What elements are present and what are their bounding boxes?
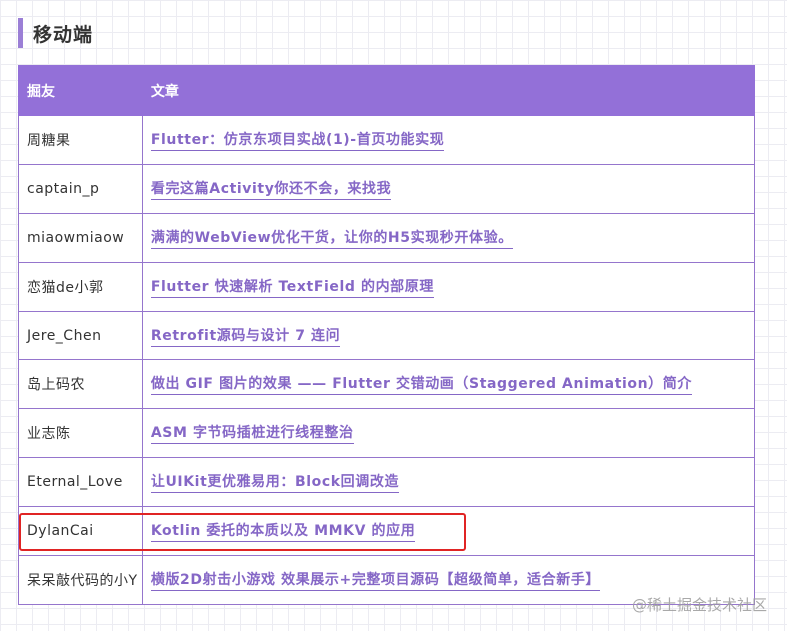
user-name: 周糖果 — [18, 115, 143, 165]
article-cell: Flutter 快速解析 TextField 的内部原理 — [141, 261, 756, 312]
section-heading: 移动端 — [18, 18, 93, 48]
article-cell: Kotlin 委托的本质以及 MMKV 的应用 — [141, 506, 756, 557]
article-link[interactable]: Flutter 快速解析 TextField 的内部原理 — [150, 276, 434, 298]
article-link[interactable]: Flutter：仿京东项目实战(1)-首页功能实现 — [150, 129, 445, 151]
article-cell: 满满的WebView优化干货，让你的H5实现秒开体验。 — [141, 212, 756, 263]
article-link[interactable]: 横版2D射击小游戏 效果展示+完整项目源码【超级简单，适合新手】 — [150, 569, 601, 591]
article-link[interactable]: ASM 字节码插桩进行线程整治 — [150, 422, 354, 445]
article-cell: 做出 GIF 图片的效果 —— Flutter 交错动画（Staggered A… — [141, 359, 756, 410]
table-row: captain_p 看完这篇Activity你还不会，来找我 — [18, 163, 756, 214]
table-row: DylanCai Kotlin 委托的本质以及 MMKV 的应用 — [18, 506, 756, 557]
table-row: 业志陈 ASM 字节码插桩进行线程整治 — [18, 408, 756, 459]
user-name: Eternal_Love — [18, 457, 143, 508]
article-cell: 让UIKit更优雅易用：Block回调改造 — [141, 457, 756, 508]
article-cell: 看完这篇Activity你还不会，来找我 — [141, 163, 756, 214]
user-name: DylanCai — [18, 506, 143, 557]
article-link[interactable]: 看完这篇Activity你还不会，来找我 — [150, 178, 392, 200]
article-cell: Retrofit源码与设计 7 连问 — [141, 310, 756, 361]
user-name: 业志陈 — [18, 408, 143, 459]
table-row: Eternal_Love 让UIKit更优雅易用：Block回调改造 — [18, 457, 756, 508]
article-cell: ASM 字节码插桩进行线程整治 — [141, 408, 756, 459]
user-name: captain_p — [18, 163, 143, 214]
table-row: Jere_Chen Retrofit源码与设计 7 连问 — [18, 310, 756, 361]
user-name: 岛上码农 — [18, 359, 143, 410]
header-user: 掘友 — [18, 65, 143, 116]
user-name: miaowmiaow — [18, 212, 143, 263]
article-link[interactable]: 满满的WebView优化干货，让你的H5实现秒开体验。 — [150, 227, 513, 249]
table-row: 周糖果 Flutter：仿京东项目实战(1)-首页功能实现 — [18, 115, 756, 165]
header-article: 文章 — [141, 65, 756, 116]
table-header-row: 掘友 文章 — [18, 65, 756, 116]
watermark: @稀土掘金技术社区 — [631, 596, 767, 614]
user-name: 恋猫de小郭 — [18, 261, 143, 312]
user-name: 呆呆敲代码的小Y — [18, 555, 143, 605]
table-row: 恋猫de小郭 Flutter 快速解析 TextField 的内部原理 — [18, 261, 756, 312]
table-row: 岛上码农 做出 GIF 图片的效果 —— Flutter 交错动画（Stagge… — [18, 359, 756, 410]
article-link[interactable]: 让UIKit更优雅易用：Block回调改造 — [150, 471, 400, 494]
table-row: miaowmiaow 满满的WebView优化干货，让你的H5实现秒开体验。 — [18, 212, 756, 263]
article-cell: Flutter：仿京东项目实战(1)-首页功能实现 — [141, 115, 756, 165]
section-title: 移动端 — [33, 23, 94, 46]
friend-article-table: 掘友 文章 周糖果 Flutter：仿京东项目实战(1)-首页功能实现 capt… — [18, 65, 756, 605]
user-name: Jere_Chen — [18, 310, 143, 361]
article-link[interactable]: Kotlin 委托的本质以及 MMKV 的应用 — [150, 520, 416, 543]
article-link[interactable]: 做出 GIF 图片的效果 —— Flutter 交错动画（Staggered A… — [150, 373, 692, 396]
article-link[interactable]: Retrofit源码与设计 7 连问 — [150, 325, 341, 347]
